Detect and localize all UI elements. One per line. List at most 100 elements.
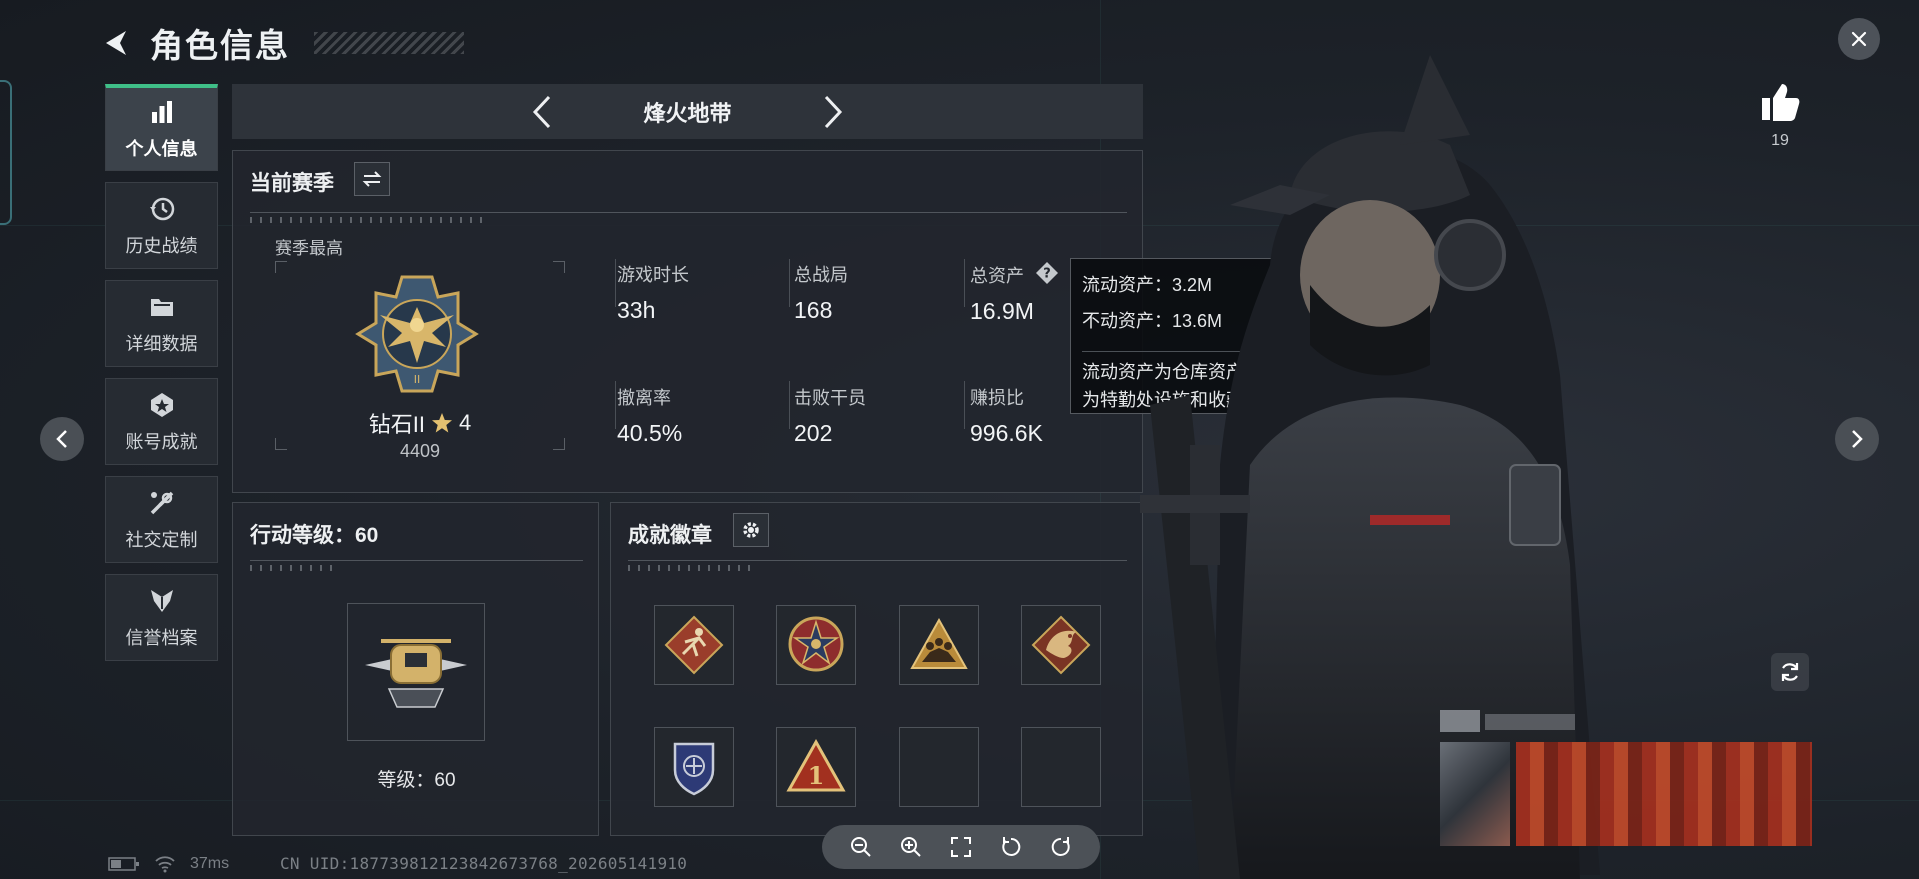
action-level-title: 行动等级：60 (250, 524, 379, 547)
side-nav: 个人信息 历史战绩 详细数据 账号成就 社交定制 信誉档案 (105, 84, 218, 672)
badge-slot-star-medal[interactable] (776, 605, 856, 685)
tick-decoration (250, 217, 490, 223)
achievement-icon (147, 390, 177, 420)
mode-title: 烽火地带 (643, 100, 732, 126)
badge-slot-runner[interactable] (654, 605, 734, 685)
nav-item-label: 个人信息 (125, 139, 198, 159)
zoom-out-button[interactable] (848, 834, 874, 860)
stat-value: 16.9M (970, 298, 1034, 324)
squad-badge-icon (910, 617, 968, 669)
shield-badge-icon (673, 742, 715, 796)
swap-icon (362, 171, 382, 187)
rotate-right-icon (1051, 837, 1070, 856)
rotate-left-icon (1002, 837, 1021, 856)
stat-label: 撤离率 (617, 388, 671, 408)
stat-value: 168 (794, 297, 833, 323)
divider (628, 560, 1127, 561)
badge-slot-squad[interactable] (899, 605, 979, 685)
stat-label: 赚损比 (970, 388, 1024, 408)
stat-total-matches: 总战局 168 (794, 261, 848, 324)
rotate-right-button[interactable] (1048, 834, 1074, 860)
tick-decoration (250, 565, 340, 571)
header: 角色信息 (100, 18, 464, 68)
prev-character-button[interactable] (40, 417, 84, 461)
badge-slot-empty[interactable] (899, 727, 979, 807)
help-icon[interactable]: ? (1035, 261, 1059, 285)
nav-item-label: 详细数据 (125, 333, 198, 354)
mode-selector: 烽火地带 (232, 84, 1143, 139)
refresh-icon (1781, 663, 1799, 681)
nav-item-achievements[interactable]: 账号成就 (105, 378, 218, 465)
badge-slot-rank-one[interactable]: 1 (776, 727, 856, 807)
title-decoration (314, 32, 464, 54)
stat-value: 33h (617, 297, 656, 323)
bar-chart-icon (147, 97, 177, 127)
mode-prev-button[interactable] (522, 92, 562, 132)
svg-text:1: 1 (808, 761, 825, 790)
status-bar: 37ms (108, 852, 229, 876)
back-arrow-icon[interactable] (100, 27, 132, 59)
stat-separator (964, 259, 965, 307)
mode-next-button[interactable] (813, 92, 853, 132)
chevron-left-icon (56, 430, 67, 448)
next-character-button[interactable] (1835, 417, 1879, 461)
nav-item-history[interactable]: 历史战绩 (105, 182, 218, 269)
stat-separator (789, 259, 790, 307)
ping-value: 37ms (190, 855, 230, 872)
rotate-left-button[interactable] (998, 834, 1024, 860)
like-count: 19 (1771, 132, 1789, 149)
nav-item-label: 信誉档案 (125, 627, 198, 648)
player-card[interactable] (1440, 710, 1812, 879)
nav-item-detail-data[interactable]: 详细数据 (105, 280, 218, 367)
uid-text: CN UID:18773981212384267376​8_2026051419… (280, 854, 688, 873)
stat-label: 击败干员 (794, 388, 866, 408)
close-button[interactable] (1838, 18, 1880, 60)
stat-separator (615, 381, 616, 429)
nav-item-label: 账号成就 (125, 431, 198, 452)
badge-slot-empty[interactable] (1021, 727, 1101, 807)
divider (250, 212, 1127, 213)
nav-item-social[interactable]: 社交定制 (105, 476, 218, 563)
nav-item-personal-info[interactable]: 个人信息 (105, 84, 218, 171)
nav-item-label: 社交定制 (125, 529, 198, 550)
zoom-out-icon (851, 837, 871, 857)
level-text: 等级：60 (377, 770, 456, 791)
stat-value: 996.6K (970, 420, 1043, 446)
zoom-in-button[interactable] (898, 834, 924, 860)
rank-stars: 4 (458, 410, 472, 435)
rank-points: 4409 (399, 441, 441, 461)
folder-icon (147, 292, 177, 322)
wifi-icon (155, 856, 175, 873)
nav-item-credit[interactable]: 信誉档案 (105, 574, 218, 661)
like-button[interactable] (1758, 80, 1802, 124)
stat-label: 游戏时长 (617, 265, 689, 285)
avatar[interactable] (1440, 742, 1510, 846)
badge-slot-dragon[interactable] (1021, 605, 1101, 685)
stat-operators-defeated: 击败干员 202 (794, 384, 866, 447)
fullscreen-button[interactable] (948, 834, 974, 860)
rotate-model-button[interactable] (1771, 653, 1809, 691)
stat-separator (789, 381, 790, 429)
tools-icon (147, 488, 177, 518)
rank-name: 钻石II (368, 412, 425, 437)
season-switch-button[interactable] (354, 162, 390, 196)
chevron-right-icon (824, 95, 843, 129)
zoom-in-icon (901, 837, 921, 857)
fullscreen-icon (951, 837, 971, 857)
rank-line: 钻石II 4 (275, 407, 565, 439)
badge-settings-button[interactable] (733, 513, 769, 547)
stat-play-time: 游戏时长 33h (617, 261, 689, 324)
stat-separator (964, 381, 965, 429)
tick-decoration (628, 565, 758, 571)
stat-label: 总战局 (794, 265, 848, 285)
star-medal-badge-icon (788, 616, 844, 672)
player-name-pixelated (1485, 714, 1575, 730)
player-banner-pixelated (1516, 742, 1812, 846)
badge-slot-shield[interactable] (654, 727, 734, 807)
close-icon (1851, 31, 1867, 47)
stat-total-assets: 总资产 ? 16.9M (970, 261, 1059, 325)
achievement-badges-panel: 成就徽章 1 (610, 502, 1143, 836)
frame-corner (553, 261, 565, 273)
level-emblem-frame (347, 603, 485, 741)
divider (250, 560, 583, 561)
